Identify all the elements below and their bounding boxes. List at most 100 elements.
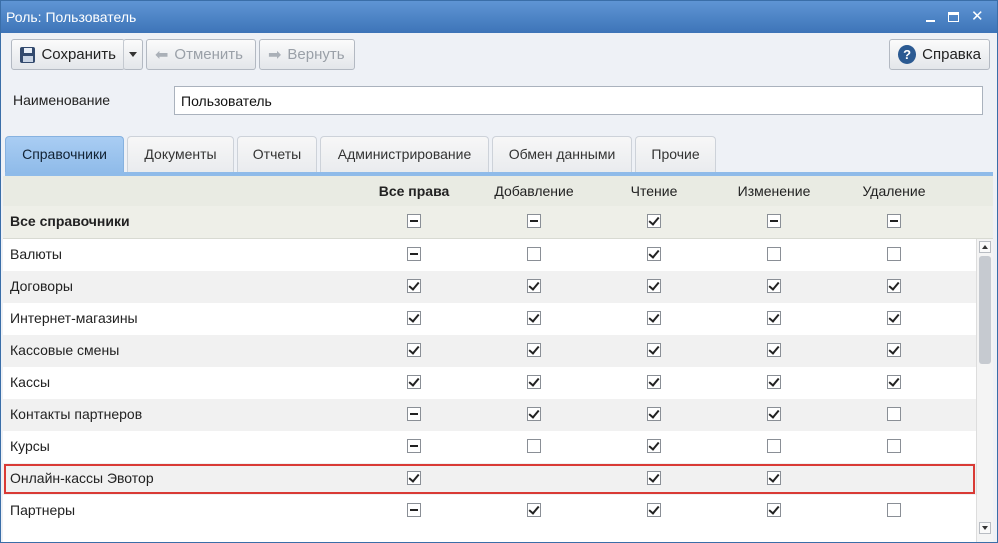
checkbox[interactable] xyxy=(527,214,541,228)
column-header-delete: Удаление xyxy=(862,183,926,199)
question-icon: ? xyxy=(898,45,917,64)
scroll-thumb[interactable] xyxy=(979,256,991,364)
table-row[interactable]: Кассы xyxy=(3,367,976,399)
checkbox[interactable] xyxy=(887,279,901,293)
tab-administration[interactable]: Администрирование xyxy=(320,136,489,173)
window-title: Роль: Пользователь xyxy=(6,9,137,25)
checkbox[interactable] xyxy=(767,471,781,485)
checkbox[interactable] xyxy=(407,407,421,421)
toolbar: Сохранить ⬅ Отменить ➡ Вернуть ? Справка xyxy=(9,39,991,71)
table-row[interactable]: Курсы xyxy=(3,431,976,463)
checkbox[interactable] xyxy=(647,343,661,357)
checkbox[interactable] xyxy=(887,503,901,517)
checkbox[interactable] xyxy=(407,247,421,261)
maximize-icon[interactable] xyxy=(948,12,959,22)
grid-rows: Валюты Договоры Интернет-магазины Кассовые … xyxy=(3,239,976,542)
role-window: Роль: Пользователь ✕ Сохранить ⬅ Отменит… xyxy=(0,0,998,543)
table-row[interactable]: Партнеры xyxy=(3,495,976,527)
close-icon[interactable]: ✕ xyxy=(971,9,984,24)
checkbox[interactable] xyxy=(407,214,421,228)
checkbox[interactable] xyxy=(647,471,661,485)
checkbox[interactable] xyxy=(887,343,901,357)
column-header-add: Добавление xyxy=(494,183,574,199)
checkbox[interactable] xyxy=(407,279,421,293)
tab-other[interactable]: Прочие xyxy=(635,136,716,173)
table-row[interactable]: Интернет-магазины xyxy=(3,303,976,335)
checkbox[interactable] xyxy=(887,214,901,228)
all-row: Все справочники xyxy=(3,206,993,239)
checkbox[interactable] xyxy=(527,311,541,325)
checkbox[interactable] xyxy=(647,311,661,325)
checkbox[interactable] xyxy=(887,311,901,325)
checkbox[interactable] xyxy=(887,247,901,261)
checkbox[interactable] xyxy=(527,503,541,517)
checkbox[interactable] xyxy=(527,439,541,453)
undo-arrow-icon: ⬅ xyxy=(155,46,169,64)
table-row[interactable]: Валюты xyxy=(3,239,976,271)
save-button[interactable]: Сохранить xyxy=(11,39,125,70)
checkbox[interactable] xyxy=(647,375,661,389)
chevron-down-icon xyxy=(129,52,137,57)
checkbox[interactable] xyxy=(407,311,421,325)
checkbox[interactable] xyxy=(887,375,901,389)
row-label: Курсы xyxy=(10,438,50,454)
checkbox[interactable] xyxy=(407,343,421,357)
name-label: Наименование xyxy=(13,92,111,108)
name-row: Наименование xyxy=(1,83,997,119)
checkbox[interactable] xyxy=(767,375,781,389)
table-row[interactable]: Контакты партнеров xyxy=(3,399,976,431)
row-label: Договоры xyxy=(10,278,73,294)
help-button[interactable]: ? Справка xyxy=(889,39,990,70)
undo-label: Отменить xyxy=(174,46,243,63)
tab-documents[interactable]: Документы xyxy=(127,136,234,173)
checkbox[interactable] xyxy=(527,407,541,421)
name-input[interactable] xyxy=(174,86,983,115)
row-label: Контакты партнеров xyxy=(10,406,143,422)
vertical-scrollbar[interactable] xyxy=(976,239,993,542)
table-row[interactable]: Кассовые смены xyxy=(3,335,976,367)
checkbox[interactable] xyxy=(767,503,781,517)
row-label: Кассы xyxy=(10,374,51,390)
checkbox[interactable] xyxy=(767,279,781,293)
redo-label: Вернуть xyxy=(287,46,345,63)
checkbox[interactable] xyxy=(407,375,421,389)
column-header-edit: Изменение xyxy=(737,183,811,199)
checkbox[interactable] xyxy=(527,279,541,293)
checkbox[interactable] xyxy=(767,407,781,421)
minimize-icon[interactable] xyxy=(924,11,936,23)
checkbox[interactable] xyxy=(767,343,781,357)
checkbox[interactable] xyxy=(407,503,421,517)
checkbox[interactable] xyxy=(767,439,781,453)
column-header-all: Все права xyxy=(378,183,450,199)
checkbox[interactable] xyxy=(647,214,661,228)
checkbox[interactable] xyxy=(527,343,541,357)
tab-directories[interactable]: Справочники xyxy=(5,136,124,173)
table-row[interactable]: Договоры xyxy=(3,271,976,303)
table-row[interactable]: Онлайн-кассы Эвотор xyxy=(3,463,976,495)
save-dropdown-button[interactable] xyxy=(123,39,143,70)
row-label: Валюты xyxy=(10,246,62,262)
undo-button[interactable]: ⬅ Отменить xyxy=(146,39,256,70)
checkbox[interactable] xyxy=(887,439,901,453)
checkbox[interactable] xyxy=(647,439,661,453)
checkbox[interactable] xyxy=(647,247,661,261)
redo-button[interactable]: ➡ Вернуть xyxy=(259,39,355,70)
checkbox[interactable] xyxy=(407,439,421,453)
checkbox[interactable] xyxy=(767,247,781,261)
row-label: Онлайн-кассы Эвотор xyxy=(10,470,154,486)
redo-arrow-icon: ➡ xyxy=(268,46,282,64)
scroll-up-icon[interactable] xyxy=(979,241,991,253)
checkbox[interactable] xyxy=(407,471,421,485)
title-bar: Роль: Пользователь ✕ xyxy=(1,1,997,33)
tab-data-exchange[interactable]: Обмен данными xyxy=(492,136,632,173)
checkbox[interactable] xyxy=(767,311,781,325)
checkbox[interactable] xyxy=(887,407,901,421)
checkbox[interactable] xyxy=(647,503,661,517)
checkbox[interactable] xyxy=(527,375,541,389)
tab-reports[interactable]: Отчеты xyxy=(237,136,317,173)
checkbox[interactable] xyxy=(767,214,781,228)
checkbox[interactable] xyxy=(647,279,661,293)
checkbox[interactable] xyxy=(647,407,661,421)
checkbox[interactable] xyxy=(527,247,541,261)
scroll-down-icon[interactable] xyxy=(979,522,991,534)
